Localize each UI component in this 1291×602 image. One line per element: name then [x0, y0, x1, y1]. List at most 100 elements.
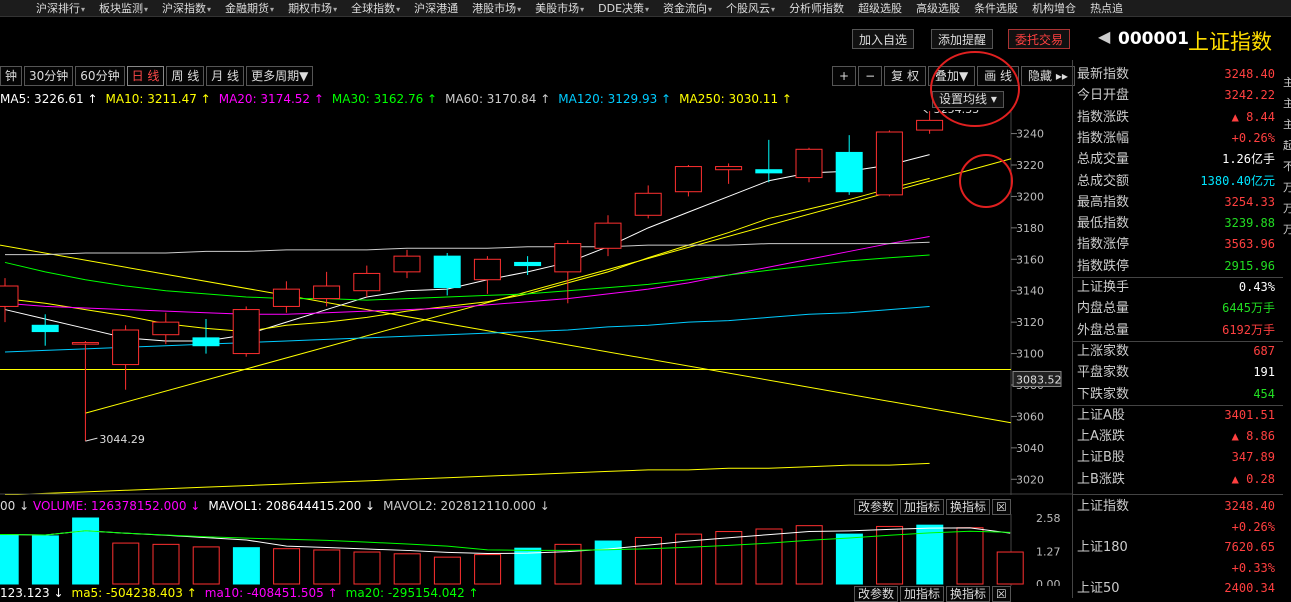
index-value: 3248.40 [1224, 499, 1275, 513]
trade-button[interactable]: 委托交易 [1008, 29, 1071, 49]
chart-tool-2[interactable]: 复 权 [884, 66, 926, 86]
candle-body [0, 285, 19, 307]
quote-label: 外盘总量 [1077, 322, 1130, 338]
volume-chart[interactable]: 2.58 1.27 0.00 [0, 514, 1072, 586]
volume-bar [835, 533, 863, 585]
volume-bar [594, 540, 622, 585]
quote-value: 3254.33 [1224, 194, 1275, 209]
add-watchlist-button[interactable]: 加入自选 [852, 29, 915, 49]
menu-item-2[interactable]: 沪深指数▾ [156, 0, 211, 16]
menu-item-3[interactable]: 金融期货▾ [219, 0, 274, 16]
quote-label: 下跌家数 [1077, 386, 1130, 402]
quote-value: +0.26% [1231, 130, 1275, 145]
menu-item-7[interactable]: 港股市场▾ [466, 0, 521, 16]
menu-item-9[interactable]: DDE决策▾ [592, 0, 649, 16]
current-price-label: 3083.52 [1016, 373, 1062, 386]
menu-item-17[interactable]: 热点追 [1084, 0, 1123, 16]
quote-label: 总成交额 [1077, 173, 1130, 189]
add-alert-button[interactable]: 添加提醒 [931, 29, 994, 49]
quote-label: 平盘家数 [1077, 365, 1130, 381]
menu-item-15[interactable]: 条件选股 [968, 0, 1018, 16]
menu-item-10[interactable]: 资金流向▾ [657, 0, 712, 16]
menu-item-13[interactable]: 超级选股 [852, 0, 902, 16]
quote-value: 1380.40亿元 [1200, 173, 1275, 188]
ma-legend-item: MA250: 3030.11 ↑ [679, 92, 792, 106]
quote-row: 指数跌停 2915.96 [1077, 256, 1277, 277]
index-row[interactable]: 上证50 2400.34 [1077, 578, 1277, 599]
volume-legend-item: VOLUME: 126378152.000 ↓ [32, 499, 201, 513]
indicator-button-3[interactable]: ☒ [992, 499, 1011, 515]
chart-tool-1[interactable]: − [858, 66, 883, 86]
price-tick-label: 3120 [1016, 316, 1044, 329]
index-label: 上证50 [1077, 581, 1120, 596]
volume-bar [31, 535, 59, 585]
candle-body [353, 272, 381, 292]
period-tab-4[interactable]: 周 线 [166, 66, 205, 86]
menu-item-label: 沪深指数 [162, 2, 207, 15]
index-row[interactable]: +0.33% [1077, 558, 1277, 579]
indicator-button-1[interactable]: 加指标 [900, 499, 945, 515]
indicator-button-1[interactable]: 加指标 [900, 586, 945, 602]
index-row[interactable]: 上证180 7620.65 [1077, 537, 1277, 558]
quote-row: 最高指数 3254.33 [1077, 192, 1277, 213]
menu-item-16[interactable]: 机构增仓 [1026, 0, 1076, 16]
volume-legend-prefix: 00 ↓ [0, 499, 33, 513]
indicator-button-2[interactable]: 换指标 [946, 499, 991, 515]
menu-item-12[interactable]: 分析师指数 [783, 0, 844, 16]
period-tab-1[interactable]: 30分钟 [24, 66, 74, 86]
quote-row: 总成交额 1380.40亿元 [1077, 171, 1277, 192]
index-row[interactable]: 上证指数 3248.40 [1077, 496, 1277, 517]
menu-item-4[interactable]: 期权市场▾ [282, 0, 337, 16]
quote-value: 1.26亿手 [1222, 152, 1275, 167]
menu-item-11[interactable]: 个股风云▾ [720, 0, 775, 16]
quote-row: 指数涨幅 +0.26% [1077, 128, 1277, 149]
menu-item-5[interactable]: 全球指数▾ [345, 0, 400, 16]
prev-arrow-icon[interactable]: ◀ [1098, 27, 1110, 46]
quote-value: ▲ 0.28 [1231, 471, 1275, 486]
quote-value: 3248.40 [1224, 67, 1275, 81]
quote-value: 3242.22 [1224, 88, 1275, 103]
period-tab-0[interactable]: 钟 [0, 66, 23, 86]
menu-item-1[interactable]: 板块监测▾ [93, 0, 148, 16]
edge-char: 起 [1283, 139, 1291, 152]
period-tab-3[interactable]: 日 线 [126, 66, 165, 86]
menu-item-0[interactable]: 沪深排行▾ [0, 0, 85, 16]
price-tick-label: 3180 [1016, 222, 1044, 235]
indicator-button-3[interactable]: ☒ [992, 586, 1011, 602]
candle [393, 249, 421, 279]
menu-item-8[interactable]: 美股市场▾ [529, 0, 584, 16]
edge-char: 万 [1283, 181, 1291, 194]
chart-tool-5[interactable]: 隐藏 ▸▸ [1021, 66, 1075, 86]
candle [875, 130, 903, 197]
ma-legend-item: MA60: 3170.84 ↑ [445, 92, 551, 106]
index-row[interactable]: +0.26% [1077, 517, 1277, 538]
menu-item-14[interactable]: 高级选股 [910, 0, 960, 16]
chart-tool-0[interactable]: + [832, 66, 857, 86]
quote-label: 今日开盘 [1077, 88, 1130, 104]
indicator-button-0[interactable]: 改参数 [854, 499, 899, 515]
menu-item-6[interactable]: 沪深港通 [408, 0, 458, 16]
indicator-button-0[interactable]: 改参数 [854, 586, 899, 602]
ma-line-ma30 [4, 254, 930, 301]
low-marker [85, 437, 98, 442]
candle [0, 278, 19, 323]
volume-bar [433, 556, 461, 585]
volume-bar [72, 517, 100, 585]
quote-row: 上证换手 0.43% [1077, 277, 1277, 298]
period-tab-6[interactable]: 更多周期▼ [246, 66, 314, 86]
quote-label: 指数涨幅 [1077, 130, 1130, 146]
candle [835, 135, 863, 195]
candle [353, 265, 381, 297]
candlestick-chart[interactable]: 3240322032003180316031403120310030803060… [0, 110, 1072, 495]
quote-label: 上B涨跌 [1077, 471, 1125, 487]
menu-item-label: 高级选股 [916, 2, 961, 15]
menu-item-label: 沪深港通 [414, 2, 459, 15]
volume-bar [393, 553, 421, 585]
period-tab-5[interactable]: 月 线 [206, 66, 245, 86]
trend-line-up [84, 158, 1012, 414]
quote-label: 总成交量 [1077, 152, 1130, 168]
indicator-button-2[interactable]: 换指标 [946, 586, 991, 602]
period-tab-2[interactable]: 60分钟 [75, 66, 125, 86]
quote-value: ▲ 8.44 [1231, 109, 1275, 124]
candle-body [594, 222, 622, 249]
